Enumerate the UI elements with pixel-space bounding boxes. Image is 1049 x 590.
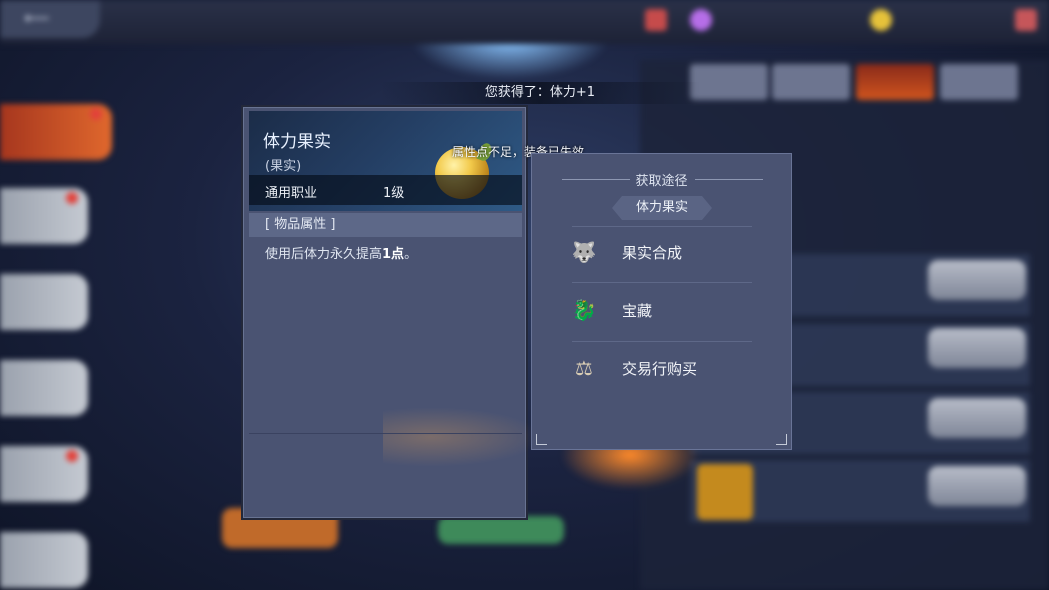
side-tab[interactable] [0,446,88,502]
description-prefix: 使用后体力永久提高 [265,247,383,262]
notification-dot [90,108,102,120]
wing-emblem [383,407,543,467]
side-tab[interactable] [0,532,88,588]
divider [572,341,752,342]
gem-icon [690,9,712,31]
item-class: 通用职业 [265,186,318,201]
side-tab[interactable] [0,274,88,330]
corner-ornament [536,434,547,445]
item-info-bar: 通用职业 1级 [249,175,522,205]
description-value: 1点 [382,247,405,262]
bag-icon[interactable] [645,9,667,31]
description-suffix: 。 [404,247,418,262]
source-row-label: 交易行购买 [622,360,698,378]
source-row-synthesis[interactable]: 🐺 果实合成 [562,228,762,278]
panel-divider [249,433,522,434]
green-button[interactable] [438,516,564,544]
back-button[interactable]: ⟵ [0,0,100,38]
row-action-button[interactable] [928,398,1026,438]
divider [572,282,752,283]
source-row-label: 果实合成 [622,244,683,262]
gold-coin-icon [870,9,892,31]
source-row-label: 宝藏 [622,302,653,320]
scales-icon: ⚖ [575,356,593,380]
source-row-treasure[interactable]: 🐉 宝藏 [562,286,762,336]
wolf-icon: 🐺 [571,240,597,264]
item-level: 1级 [383,186,405,201]
acquired-notification: 您获得了：体力+1 [380,82,700,104]
right-tab-active[interactable] [856,64,934,100]
properties-header: [ 物品属性 ] [249,213,522,237]
corner-ornament [776,434,787,445]
top-bar: ⟵ [0,0,1049,44]
row-action-button[interactable] [928,466,1026,506]
notification-dot [66,450,78,462]
right-tab[interactable] [690,64,768,100]
source-row-trade[interactable]: ⚖ 交易行购买 [562,344,762,394]
source-panel: 获取途径 体力果实 🐺 果实合成 🐉 宝藏 ⚖ 交易行购买 [531,153,792,450]
back-arrow-icon: ⟵ [24,8,50,29]
row-action-button[interactable] [928,328,1026,368]
item-header: 体力果实 (果实) 通用职业 1级 [249,111,522,211]
right-tab[interactable] [940,64,1018,100]
title-line-right [695,179,763,180]
dragon-icon: 🐉 [571,298,597,322]
divider [572,226,752,227]
item-type: (果实) [265,159,302,174]
item-detail-panel: 体力果实 (果实) 通用职业 1级 [ 物品属性 ] 使用后体力永久提高1点。 [241,105,543,520]
right-tab[interactable] [772,64,850,100]
source-item-tag: 体力果实 [612,196,712,220]
item-description: 使用后体力永久提高1点。 [265,243,417,262]
side-tab[interactable] [0,360,88,416]
item-name: 体力果实 [263,132,331,152]
fruit-thumbnail [697,464,753,520]
side-tab[interactable] [0,188,88,244]
side-tab-active[interactable] [0,104,112,160]
mail-icon[interactable] [1015,9,1037,31]
notification-dot [66,192,78,204]
row-action-button[interactable] [928,260,1026,300]
